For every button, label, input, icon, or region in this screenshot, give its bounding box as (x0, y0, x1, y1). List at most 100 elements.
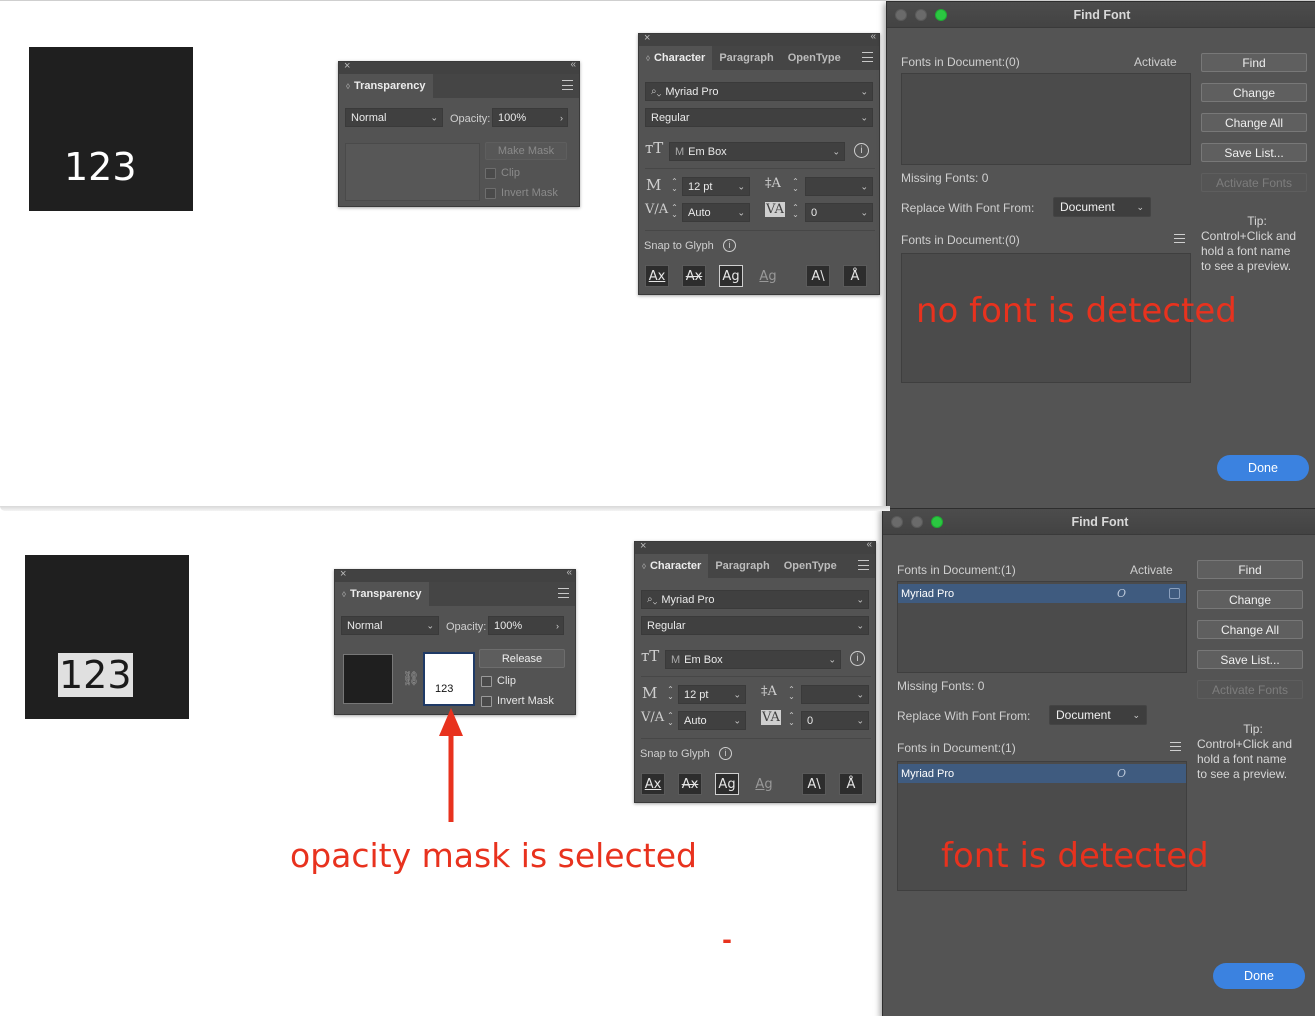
close-icon[interactable]: × (644, 32, 650, 44)
tracking-input[interactable]: 0 ⌄ (805, 203, 873, 222)
close-icon[interactable]: × (640, 540, 646, 552)
save-list-button[interactable]: Save List... (1197, 650, 1303, 669)
change-all-button[interactable]: Change All (1197, 620, 1303, 639)
kerning-input[interactable]: Auto ⌄ (678, 711, 746, 730)
snap-xheight-icon[interactable]: Ax (682, 265, 706, 287)
tracking-stepper[interactable]: ⌃ ⌄ (787, 712, 796, 728)
snap-proximity-icon[interactable]: Ag (752, 773, 776, 795)
snap-baseline-icon[interactable]: Ax (641, 773, 665, 795)
invert-mask-checkbox[interactable]: Invert Mask (481, 695, 554, 707)
font-size-stepper[interactable]: ⌃ ⌄ (666, 686, 675, 702)
snap-xheight-icon[interactable]: Ax (678, 773, 702, 795)
panel-menu-icon[interactable] (858, 560, 869, 570)
done-button[interactable]: Done (1217, 455, 1309, 481)
close-window-icon[interactable] (895, 9, 907, 21)
change-all-button[interactable]: Change All (1201, 113, 1307, 132)
panel-menu-icon[interactable] (562, 80, 573, 90)
font-style-select[interactable]: Regular ⌄ (645, 108, 873, 127)
tab-paragraph[interactable]: Paragraph (712, 46, 780, 70)
leading-input[interactable]: ⌄ (805, 177, 873, 196)
snap-anchor-icon[interactable]: Å (839, 773, 863, 795)
info-icon[interactable]: i (719, 747, 732, 760)
artwork-square[interactable]: 123 (25, 555, 189, 719)
activate-fonts-button[interactable]: Activate Fonts (1197, 680, 1303, 699)
collapse-icon[interactable]: « (570, 59, 575, 70)
kerning-input[interactable]: Auto ⌄ (682, 203, 750, 222)
list-icon[interactable] (1174, 234, 1185, 243)
snap-baseline-icon[interactable]: Ax (645, 265, 669, 287)
snap-angular-icon[interactable]: A\ (802, 773, 826, 795)
opacity-input[interactable]: 100% › (488, 616, 564, 635)
done-button[interactable]: Done (1213, 963, 1305, 989)
tab-character[interactable]: ◊ Character (635, 554, 709, 578)
blend-mode-select[interactable]: Normal ⌄ (341, 616, 439, 635)
find-button[interactable]: Find (1201, 53, 1307, 72)
snap-proximity-icon[interactable]: Ag (756, 265, 780, 287)
save-list-button[interactable]: Save List... (1201, 143, 1307, 162)
leading-input[interactable]: ⌄ (801, 685, 869, 704)
font-row-myriad-pro[interactable]: Myriad Pro O (898, 584, 1186, 603)
invert-mask-checkbox[interactable]: Invert Mask (485, 187, 558, 199)
tab-transparency[interactable]: ◊ Transparency (335, 582, 429, 606)
clip-checkbox[interactable]: Clip (481, 675, 516, 687)
tracking-stepper[interactable]: ⌃ ⌄ (791, 204, 800, 220)
list-icon[interactable] (1170, 742, 1181, 751)
release-button[interactable]: Release (479, 649, 565, 668)
close-icon[interactable]: × (340, 568, 346, 580)
font-family-input[interactable]: ⌕⌄ Myriad Pro ⌄ (641, 590, 869, 609)
leading-stepper[interactable]: ⌃ ⌄ (787, 686, 796, 702)
replace-source-select[interactable]: Document ⌄ (1053, 197, 1151, 217)
font-family-input[interactable]: ⌕⌄ Myriad Pro ⌄ (645, 82, 873, 101)
make-mask-button[interactable]: Make Mask (485, 142, 567, 160)
snap-anchor-icon[interactable]: Å (843, 265, 867, 287)
tab-opentype[interactable]: OpenType (781, 46, 848, 70)
font-size-stepper[interactable]: ⌃ ⌄ (670, 178, 679, 194)
change-button[interactable]: Change (1197, 590, 1303, 609)
font-style-select[interactable]: Regular ⌄ (641, 616, 869, 635)
tab-paragraph[interactable]: Paragraph (708, 554, 776, 578)
activate-fonts-button[interactable]: Activate Fonts (1201, 173, 1307, 192)
leading-stepper[interactable]: ⌃ ⌄ (791, 178, 800, 194)
artwork-square[interactable]: 123 (29, 47, 193, 211)
font-row-myriad-pro[interactable]: Myriad Pro O (898, 764, 1186, 783)
snap-glyph-bounds-icon[interactable]: Ag (719, 265, 743, 287)
collapse-icon[interactable]: « (566, 567, 571, 578)
document-fonts-list[interactable]: Myriad Pro O (897, 581, 1187, 673)
link-icon[interactable]: ⛓ (402, 670, 420, 687)
document-fonts-list[interactable] (901, 73, 1191, 165)
info-icon[interactable]: i (723, 239, 736, 252)
info-icon[interactable]: i (854, 143, 869, 158)
activate-checkbox[interactable] (1169, 588, 1180, 599)
zoom-window-icon[interactable] (931, 516, 943, 528)
opacity-mask-thumbnail[interactable]: 123 (423, 652, 475, 706)
change-button[interactable]: Change (1201, 83, 1307, 102)
replace-source-select[interactable]: Document ⌄ (1049, 705, 1147, 725)
minimize-window-icon[interactable] (915, 9, 927, 21)
snap-glyph-bounds-icon[interactable]: Ag (715, 773, 739, 795)
collapse-icon[interactable]: « (870, 31, 875, 42)
close-icon[interactable]: × (344, 60, 350, 72)
tab-character[interactable]: ◊ Character (639, 46, 713, 70)
close-window-icon[interactable] (891, 516, 903, 528)
find-button[interactable]: Find (1197, 560, 1303, 579)
blend-mode-select[interactable]: Normal ⌄ (345, 108, 443, 127)
info-icon[interactable]: i (850, 651, 865, 666)
collapse-icon[interactable]: « (866, 539, 871, 550)
snap-angular-icon[interactable]: A\ (806, 265, 830, 287)
tab-opentype[interactable]: OpenType (777, 554, 844, 578)
em-box-select[interactable]: M Em Box ⌄ (665, 650, 841, 669)
minimize-window-icon[interactable] (911, 516, 923, 528)
kerning-stepper[interactable]: ⌃ ⌄ (666, 712, 675, 728)
tracking-input[interactable]: 0 ⌄ (801, 711, 869, 730)
font-size-input[interactable]: 12 pt ⌄ (678, 685, 746, 704)
panel-menu-icon[interactable] (558, 588, 569, 598)
tab-transparency[interactable]: ◊ Transparency (339, 74, 433, 98)
em-box-select[interactable]: M Em Box ⌄ (669, 142, 845, 161)
kerning-stepper[interactable]: ⌃ ⌄ (670, 204, 679, 220)
artwork-thumbnail[interactable] (343, 654, 393, 704)
clip-checkbox[interactable]: Clip (485, 167, 520, 179)
panel-menu-icon[interactable] (862, 52, 873, 62)
opacity-input[interactable]: 100% › (492, 108, 568, 127)
font-size-input[interactable]: 12 pt ⌄ (682, 177, 750, 196)
zoom-window-icon[interactable] (935, 9, 947, 21)
